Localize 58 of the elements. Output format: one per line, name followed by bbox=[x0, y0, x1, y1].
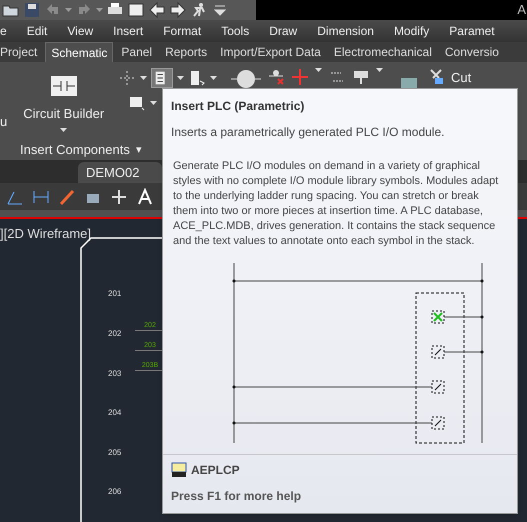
menu-item[interactable]: e bbox=[0, 22, 7, 40]
module-icon[interactable] bbox=[188, 69, 206, 87]
caret-icon[interactable] bbox=[210, 76, 217, 80]
panel-caret[interactable]: ▾ bbox=[136, 142, 142, 158]
ribbon-tab[interactable]: Reports bbox=[160, 42, 212, 62]
delete-component-icon[interactable] bbox=[267, 68, 285, 86]
dotted-cross-icon[interactable] bbox=[118, 69, 136, 87]
window-title: A bbox=[517, 1, 526, 20]
menu-item[interactable]: View bbox=[67, 22, 94, 40]
text-icon[interactable] bbox=[136, 188, 154, 206]
rung-number: 206 bbox=[108, 486, 122, 498]
caret-icon[interactable] bbox=[140, 76, 147, 80]
file-tab[interactable]: DEMO02 bbox=[78, 162, 162, 183]
forward-arrow-icon[interactable] bbox=[169, 1, 187, 19]
command-name: AEPLCP bbox=[191, 462, 240, 479]
menu-item[interactable]: Insert bbox=[113, 22, 144, 40]
ribbon-tab[interactable]: Panel bbox=[116, 42, 158, 62]
ribbon-tab[interactable]: Conversio bbox=[440, 42, 504, 62]
circuit-builder-button[interactable]: Circuit Builder bbox=[23, 104, 104, 124]
brush-icon[interactable] bbox=[58, 188, 76, 206]
back-arrow-icon[interactable] bbox=[148, 1, 166, 19]
menu-item[interactable]: Dimension bbox=[317, 22, 374, 40]
move-icon[interactable] bbox=[110, 188, 128, 206]
viewport-label[interactable]: ][2D Wireframe] bbox=[0, 224, 92, 244]
menu-item[interactable]: Tools bbox=[221, 22, 250, 40]
caret-icon[interactable] bbox=[96, 8, 103, 12]
plc-module-icon[interactable] bbox=[151, 68, 173, 88]
rung-number: 202 bbox=[108, 328, 122, 340]
caret-icon[interactable] bbox=[177, 76, 184, 80]
ribbon-tab[interactable]: Electromechanical bbox=[328, 42, 437, 62]
cut-button[interactable]: Cut bbox=[451, 68, 472, 88]
ribbon-tab[interactable]: Import/Export Data bbox=[215, 42, 326, 62]
caret-icon[interactable] bbox=[315, 68, 322, 72]
menu-item[interactable]: Paramet bbox=[449, 22, 495, 40]
tooltip-summary: Inserts a parametrically generated PLC I/O module. bbox=[171, 124, 446, 141]
rung-number: 203 bbox=[108, 368, 122, 380]
contact-symbol-icon[interactable] bbox=[50, 76, 77, 96]
rung-number: 204 bbox=[108, 407, 122, 419]
lamp-icon[interactable] bbox=[231, 68, 261, 90]
menu-item[interactable]: Format bbox=[163, 22, 202, 40]
ribbon-tab[interactable]: Project bbox=[0, 42, 42, 62]
caret-icon[interactable] bbox=[150, 101, 157, 105]
ribbon-tab[interactable]: Schematic bbox=[45, 42, 114, 62]
help-hint: Press F1 for more help bbox=[171, 488, 302, 505]
menu-item[interactable]: Modify bbox=[394, 22, 430, 40]
panel-title[interactable]: Insert Components bbox=[20, 140, 130, 160]
tooltip-description: Generate PLC I/O modules on demand in a variety of graphical styles with no complete I/O module library symbols. Modules adapt to the underlying ladder rung spacing. You can stretch or break them into two or more pieces at insertion time. A PLC database, ACE_PLC.MDB, drives generation. It contains the stack sequence and the text values to annotate onto each symbol in the stack. bbox=[172, 159, 500, 249]
menu-item[interactable]: Draw bbox=[269, 22, 298, 40]
tooltip-title: Insert PLC (Parametric) bbox=[171, 98, 306, 115]
caret-icon[interactable] bbox=[376, 68, 383, 72]
menu-item[interactable]: Edit bbox=[26, 22, 48, 40]
rung-number: 201 bbox=[108, 288, 122, 300]
caret-icon[interactable] bbox=[60, 128, 68, 132]
caret-icon[interactable] bbox=[65, 8, 72, 12]
command-icon[interactable] bbox=[171, 462, 187, 478]
ribbon-label[interactable]: u bbox=[0, 84, 8, 132]
save-icon[interactable] bbox=[23, 1, 41, 19]
rung-number: 205 bbox=[108, 447, 122, 459]
